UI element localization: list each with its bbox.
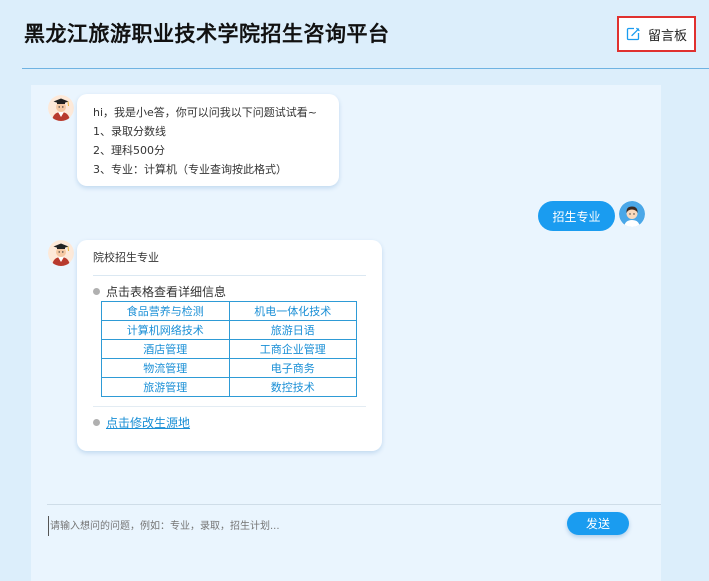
- major-cell[interactable]: 物流管理: [101, 358, 230, 378]
- majors-hint-text: 点击表格查看详细信息: [106, 284, 227, 299]
- table-row: 物流管理 电子商务: [101, 358, 357, 378]
- edit-source-row: 点击修改生源地: [93, 414, 366, 430]
- edit-icon: [626, 27, 640, 41]
- header: 黑龙江旅游职业技术学院招生咨询平台 留言板: [0, 0, 709, 69]
- major-cell[interactable]: 食品营养与检测: [101, 301, 230, 321]
- bot-majors-message: 院校招生专业 点击表格查看详细信息 食品营养与检测 机电一体化技术 计算机网络技…: [77, 240, 382, 451]
- bot-welcome-message: hi，我是小e答，你可以问我以下问题试试看~ 1、录取分数线 2、理科500分 …: [77, 94, 339, 186]
- divider: [93, 406, 366, 407]
- page-title: 黑龙江旅游职业技术学院招生咨询平台: [24, 22, 390, 46]
- edit-source-link[interactable]: 点击修改生源地: [106, 414, 190, 431]
- majors-hint: 点击表格查看详细信息: [93, 283, 366, 299]
- bot-avatar: [48, 95, 74, 121]
- major-cell[interactable]: 旅游管理: [101, 377, 230, 397]
- divider: [93, 275, 366, 276]
- message-board-label: 留言板: [647, 28, 687, 44]
- input-divider: [47, 504, 661, 505]
- table-row: 计算机网络技术 旅游日语: [101, 320, 357, 340]
- welcome-line: hi，我是小e答，你可以问我以下问题试试看~: [93, 106, 318, 119]
- user-message: 招生专业: [538, 201, 615, 231]
- bot-avatar: [48, 240, 74, 266]
- table-row: 酒店管理 工商企业管理: [101, 339, 357, 359]
- welcome-line: 1、录取分数线: [93, 125, 166, 138]
- bullet-dot: [93, 287, 100, 295]
- major-cell[interactable]: 电子商务: [228, 358, 357, 378]
- message-board-button[interactable]: 留言板: [617, 16, 696, 52]
- major-cell[interactable]: 工商企业管理: [228, 339, 357, 359]
- major-cell[interactable]: 酒店管理: [101, 339, 230, 359]
- majors-table: 食品营养与检测 机电一体化技术 计算机网络技术 旅游日语 酒店管理 工商企业管理…: [101, 301, 357, 397]
- major-cell[interactable]: 计算机网络技术: [101, 320, 230, 340]
- send-button[interactable]: 发送: [567, 512, 629, 535]
- table-row: 旅游管理 数控技术: [101, 377, 357, 397]
- table-row: 食品营养与检测 机电一体化技术: [101, 301, 357, 321]
- majors-title: 院校招生专业: [93, 251, 159, 264]
- header-divider: [22, 68, 709, 69]
- major-cell[interactable]: 旅游日语: [228, 320, 357, 340]
- major-cell[interactable]: 数控技术: [228, 377, 357, 397]
- welcome-line: 3、专业：计算机（专业查询按此格式）: [93, 163, 287, 176]
- user-avatar: [619, 201, 645, 227]
- welcome-line: 2、理科500分: [93, 144, 165, 157]
- major-cell[interactable]: 机电一体化技术: [228, 301, 357, 321]
- bullet-dot: [93, 418, 100, 426]
- question-input[interactable]: [48, 516, 530, 536]
